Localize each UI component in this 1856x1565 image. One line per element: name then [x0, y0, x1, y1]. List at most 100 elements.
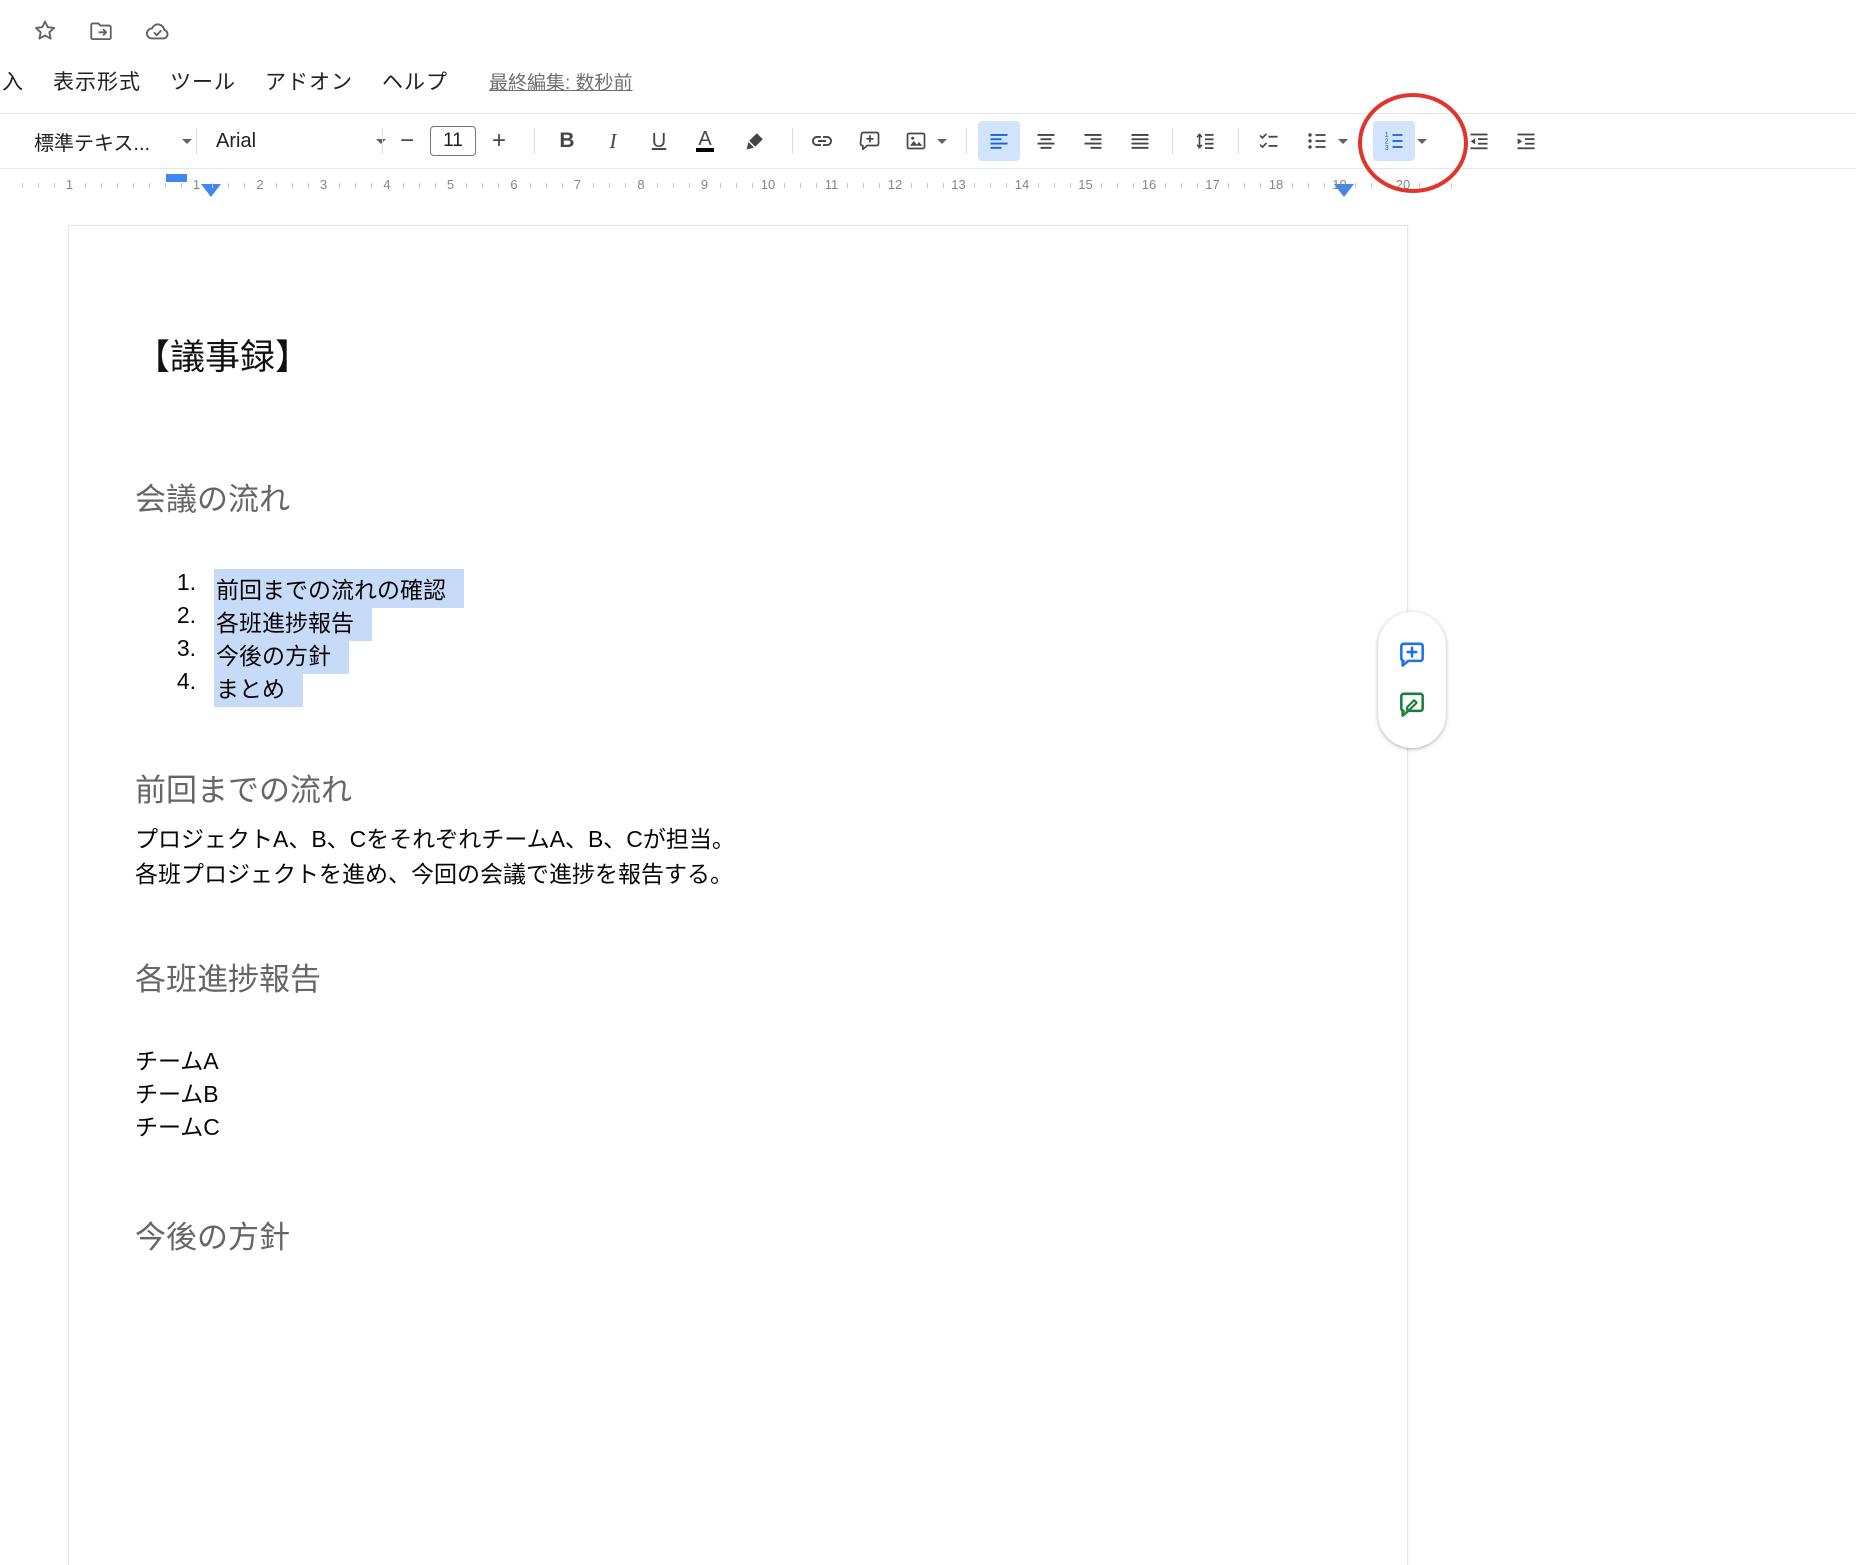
ruler-mark: 17	[1205, 177, 1219, 192]
decrease-indent-button[interactable]	[1458, 121, 1500, 161]
ruler-tick	[38, 183, 39, 188]
team-line[interactable]: チームA	[135, 1045, 1367, 1078]
increase-indent-icon	[1514, 129, 1538, 153]
list-number: 2.	[135, 602, 196, 629]
insert-image-button[interactable]	[895, 121, 937, 161]
italic-button[interactable]: I	[592, 121, 634, 161]
ruler-tick	[673, 183, 674, 188]
font-family-dropdown[interactable]: Arial	[206, 121, 396, 161]
text-color-button[interactable]: A	[684, 121, 726, 161]
star-icon[interactable]	[30, 16, 60, 46]
ruler-mark: 9	[701, 177, 708, 192]
ruler-tick	[847, 183, 848, 188]
first-line-indent-marker[interactable]	[166, 174, 187, 182]
suggest-edits-floating-button[interactable]	[1395, 688, 1429, 722]
menu-item-addons[interactable]: アドオン	[265, 66, 353, 96]
highlight-color-button[interactable]	[734, 121, 776, 161]
align-right-button[interactable]	[1072, 121, 1114, 161]
ruler-tick	[879, 183, 880, 188]
ruler-tick	[530, 183, 531, 188]
list-item[interactable]: 3. 今後の方針	[135, 635, 1367, 668]
move-to-folder-icon[interactable]	[86, 16, 116, 46]
toolbar-divider	[382, 128, 383, 154]
ruler-mark: 18	[1269, 177, 1283, 192]
add-comment-button[interactable]	[849, 121, 891, 161]
ruler-tick	[149, 183, 150, 188]
italic-glyph: I	[610, 129, 617, 154]
menu-item-tools[interactable]: ツール	[170, 66, 236, 96]
heading-meeting-flow[interactable]: 会議の流れ	[135, 474, 1367, 519]
team-list: チームA チームB チームC	[135, 1045, 1367, 1144]
team-line[interactable]: チームB	[135, 1078, 1367, 1111]
side-action-pill	[1378, 612, 1446, 748]
numbered-list-button[interactable]: 123	[1373, 121, 1415, 161]
ruler-tick	[498, 183, 499, 188]
pencil-bubble-icon	[1396, 689, 1428, 721]
ruler-tick	[736, 183, 737, 188]
bold-button[interactable]: B	[546, 121, 588, 161]
increase-font-size-button[interactable]: +	[482, 121, 516, 161]
ruler-tick	[1355, 183, 1356, 188]
align-left-button[interactable]	[978, 121, 1020, 161]
menubar: 入 表示形式 ツール アドオン ヘルプ 最終編集: 数秒前	[2, 66, 633, 96]
add-comment-floating-button[interactable]	[1395, 638, 1429, 672]
comment-plus-icon	[1396, 639, 1428, 671]
checklist-button[interactable]	[1248, 121, 1290, 161]
list-item[interactable]: 2. 各班進捗報告	[135, 602, 1367, 635]
menu-item-format[interactable]: 表示形式	[53, 66, 141, 96]
align-justify-button[interactable]	[1119, 121, 1161, 161]
insert-image-group[interactable]	[895, 121, 955, 161]
toolbar-divider	[196, 128, 197, 154]
heading-previous-flow[interactable]: 前回までの流れ	[135, 765, 1367, 810]
paragraph-previous-flow[interactable]: プロジェクトA、B、CをそれぞれチームA、B、Cが担当。 各班プロジェクトを進め…	[135, 822, 1367, 892]
ruler-tick	[85, 183, 86, 188]
insert-link-button[interactable]	[801, 121, 843, 161]
team-line[interactable]: チームC	[135, 1111, 1367, 1144]
bold-glyph: B	[559, 129, 574, 153]
ruler-mark: 6	[510, 177, 517, 192]
paragraph-style-dropdown[interactable]: 標準テキス...	[24, 121, 202, 161]
font-size-field[interactable]: 11	[430, 126, 476, 156]
ruler-mark: 2	[256, 177, 263, 192]
left-indent-marker[interactable]	[201, 184, 221, 197]
ruler-mark: 8	[637, 177, 644, 192]
paragraph-line[interactable]: 各班プロジェクトを進め、今回の会議で進捗を報告する。	[135, 857, 1367, 892]
ruler-tick	[1101, 183, 1102, 188]
chevron-down-icon[interactable]	[1417, 139, 1427, 144]
line-spacing-button[interactable]	[1184, 121, 1226, 161]
underline-button[interactable]: U	[638, 121, 680, 161]
cloud-saved-icon[interactable]	[142, 16, 172, 46]
ruler-tick	[784, 183, 785, 188]
menu-item-help[interactable]: ヘルプ	[382, 66, 448, 96]
ruler-tick	[1133, 183, 1134, 188]
heading-progress-report[interactable]: 各班進捗報告	[135, 954, 1367, 999]
list-item[interactable]: 1. 前回までの流れの確認	[135, 569, 1367, 602]
toolbar-divider	[1172, 128, 1173, 154]
underline-glyph: U	[652, 130, 666, 153]
chevron-down-icon[interactable]	[937, 139, 947, 144]
ruler-mark: 16	[1142, 177, 1156, 192]
document-page[interactable]: 【議事録】 会議の流れ 1. 前回までの流れの確認 2. 各班進捗報告 3. 今…	[68, 225, 1408, 1565]
document-title-text[interactable]: 【議事録】	[135, 329, 1367, 380]
ruler-tick	[800, 183, 801, 188]
decrease-font-size-button[interactable]: −	[390, 121, 424, 161]
ruler-tick	[752, 183, 753, 188]
list-number: 3.	[135, 635, 196, 662]
ruler-tick	[625, 183, 626, 188]
bulleted-list-group[interactable]	[1296, 121, 1360, 161]
ruler-tick	[1228, 183, 1229, 188]
menu-item-insert-partial[interactable]: 入	[2, 66, 24, 96]
ruler-tick	[355, 183, 356, 188]
paragraph-line[interactable]: プロジェクトA、B、CをそれぞれチームA、B、Cが担当。	[135, 822, 1367, 857]
ruler-mark: 5	[447, 177, 454, 192]
increase-indent-button[interactable]	[1505, 121, 1547, 161]
last-edit-link[interactable]: 最終編集: 数秒前	[489, 68, 633, 95]
ruler-tick	[1292, 183, 1293, 188]
align-center-button[interactable]	[1025, 121, 1067, 161]
chevron-down-icon[interactable]	[1338, 139, 1348, 144]
heading-future-policy[interactable]: 今後の方針	[135, 1212, 1367, 1257]
ruler-tick	[54, 183, 55, 188]
bulleted-list-button[interactable]	[1296, 121, 1338, 161]
numbered-list-group[interactable]: 123	[1373, 121, 1439, 161]
selected-list-text[interactable]: まとめ	[214, 668, 303, 707]
